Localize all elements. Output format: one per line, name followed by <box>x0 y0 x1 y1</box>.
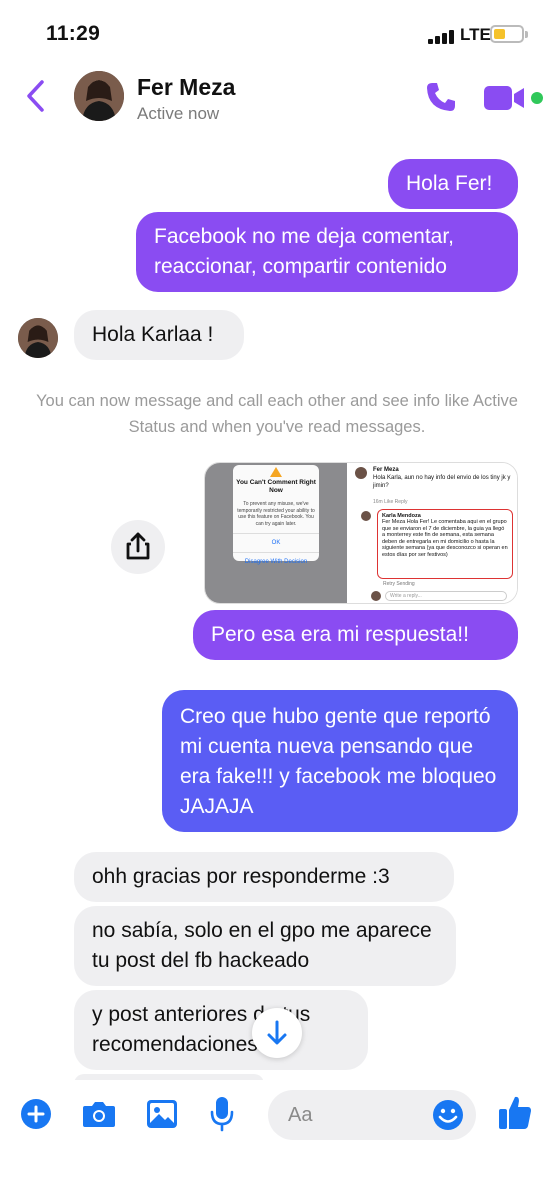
comment-text: Hola Karla, aun no hay info del envio de… <box>373 475 511 489</box>
message-outgoing[interactable]: Pero esa era mi respuesta!! <box>193 610 518 660</box>
dialog-disagree: Disagree With Decision <box>233 552 319 565</box>
message-incoming[interactable]: Hola Karlaa ! <box>74 310 244 360</box>
system-note: You can now message and call each other … <box>36 392 518 436</box>
avatar[interactable] <box>18 318 58 358</box>
scroll-down-button[interactable] <box>252 1008 302 1058</box>
arrow-down-icon <box>267 1020 287 1045</box>
avatar <box>361 511 371 521</box>
online-indicator <box>531 92 543 104</box>
image-attachment[interactable]: You Can't Comment Right Now To prevent a… <box>204 462 518 604</box>
clock: 11:29 <box>46 22 101 45</box>
avatar[interactable] <box>74 71 124 121</box>
message-incoming[interactable]: y post anteriores de tus recomendaciones <box>74 990 368 1070</box>
attachment-right-panel: Fer Meza Hola Karla, aun no hay info del… <box>349 463 517 603</box>
network-label: LTE <box>460 25 491 44</box>
chevron-left-icon[interactable] <box>22 78 52 114</box>
comment-meta: 16m Like Reply <box>373 499 408 505</box>
dialog-title: You Can't Comment Right Now <box>236 479 316 494</box>
microphone-icon[interactable] <box>210 1096 234 1132</box>
thumbs-up-icon[interactable] <box>498 1094 532 1130</box>
plus-circle-icon[interactable] <box>20 1098 52 1130</box>
restriction-dialog: You Can't Comment Right Now To prevent a… <box>233 465 319 565</box>
share-button[interactable] <box>111 520 165 574</box>
active-status: Active now <box>137 104 220 123</box>
dialog-body: To prevent any misuse, we've temporarily… <box>237 501 315 527</box>
smiley-icon[interactable] <box>432 1099 464 1131</box>
video-camera-icon[interactable] <box>484 84 526 112</box>
reply-text: Fer Meza Hola Fer! Le comentaba aqui en … <box>382 519 508 558</box>
message-input[interactable] <box>288 1090 428 1140</box>
avatar <box>355 467 367 479</box>
message-outgoing[interactable]: Creo que hubo gente que reportó mi cuent… <box>162 690 518 832</box>
retry-label: Retry Sending <box>383 581 415 587</box>
message-incoming[interactable]: no sabía, solo en el gpo me aparece tu p… <box>74 906 456 986</box>
message-incoming[interactable]: ohh gracias por responderme :3 <box>74 852 454 902</box>
attachment-left-panel: You Can't Comment Right Now To prevent a… <box>205 463 347 603</box>
warning-icon <box>270 467 282 477</box>
failed-reply-box: Karla Mendoza Fer Meza Hola Fer! Le come… <box>377 509 513 579</box>
dialog-ok: OK <box>233 533 319 546</box>
signal-icon <box>428 28 456 44</box>
avatar <box>371 591 381 601</box>
message-outgoing[interactable]: Facebook no me deja comentar, reaccionar… <box>136 212 518 292</box>
image-icon[interactable] <box>146 1099 178 1129</box>
share-icon <box>126 532 150 560</box>
message-input-container <box>268 1090 476 1140</box>
camera-icon[interactable] <box>82 1100 116 1128</box>
status-bar: 11:29 LTE <box>0 0 554 64</box>
message-outgoing[interactable]: Hola Fer! <box>388 159 518 209</box>
comment-author: Fer Meza <box>373 467 399 473</box>
battery-icon <box>490 25 528 43</box>
chat-header: Fer Meza Active now <box>0 64 554 130</box>
contact-name[interactable]: Fer Meza <box>137 74 235 101</box>
phone-icon[interactable] <box>424 80 458 114</box>
reply-field: Write a reply... <box>385 591 507 601</box>
